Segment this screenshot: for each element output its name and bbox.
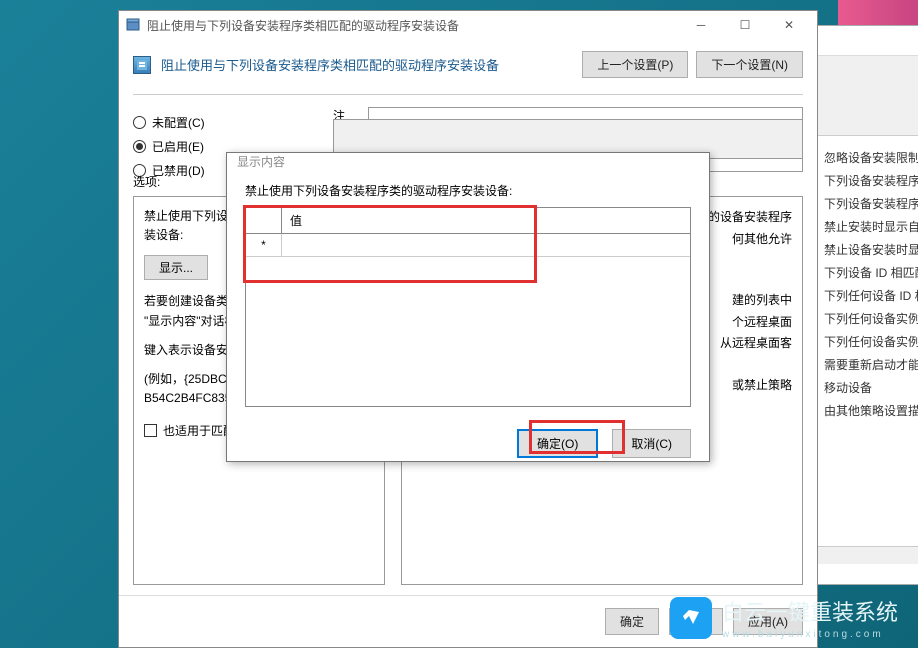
bg-list-item: 忽略设备安装限制 (816, 146, 918, 169)
grid-row[interactable]: * (246, 234, 690, 257)
bg-list-item: 下列任何设备实例 (816, 330, 918, 353)
next-setting-button[interactable]: 下一个设置(N) (696, 51, 803, 78)
divider (133, 94, 803, 95)
window-title: 阻止使用与下列设备安装程序类相匹配的驱动程序安装设备 (147, 17, 679, 34)
watermark: 白云一键重装系统 www.baiyunxitong.com (670, 595, 898, 640)
bg-list-item: 由其他策略设置描 (816, 399, 918, 422)
titlebar: 阻止使用与下列设备安装程序类相匹配的驱动程序安装设备 ─ ☐ ✕ (119, 11, 817, 39)
checkbox-icon (144, 424, 157, 437)
policy-title: 阻止使用与下列设备安装程序类相匹配的驱动程序安装设备 (161, 55, 572, 74)
watermark-text: 白云一键重装系统 (722, 595, 898, 627)
desktop-accent (838, 0, 918, 25)
bg-list-item: 下列任何设备实例 (816, 307, 918, 330)
bg-list-item: 下列设备安装程序 (816, 192, 918, 215)
bg-list-item: 下列设备 ID 相匹配 (816, 261, 918, 284)
show-button[interactable]: 显示... (144, 255, 208, 280)
close-button[interactable]: ✕ (767, 11, 811, 39)
bg-list-item: 下列设备安装程序 (816, 169, 918, 192)
modal-title: 显示内容 (237, 153, 285, 170)
bg-list-item: 禁止安装时显示自 (816, 215, 918, 238)
bg-list-item: 禁止设备安装时显 (816, 238, 918, 261)
window-icon (125, 17, 141, 33)
bg-list-item: 需要重新启动才能 (816, 353, 918, 376)
value-grid[interactable]: 值 * (245, 207, 691, 407)
watermark-url: www.baiyunxitong.com (722, 629, 898, 640)
minimize-button[interactable]: ─ (679, 11, 723, 39)
modal-label: 禁止使用下列设备安装程序类的驱动程序安装设备: (245, 182, 691, 199)
ok-button[interactable]: 确定 (605, 608, 659, 635)
bg-list-item: 下列任何设备 ID 相 (816, 284, 918, 307)
background-gpedit-window: 忽略设备安装限制 下列设备安装程序 下列设备安装程序 禁止安装时显示自 禁止设备… (815, 25, 918, 585)
grid-header: 值 (246, 208, 690, 234)
modal-footer: 确定(O) 取消(C) (227, 419, 709, 472)
modal-titlebar: 显示内容 (227, 153, 709, 170)
grid-header-blank (246, 208, 282, 233)
modal-ok-button[interactable]: 确定(O) (517, 429, 598, 458)
maximize-button[interactable]: ☐ (723, 11, 767, 39)
show-contents-dialog: 显示内容 禁止使用下列设备安装程序类的驱动程序安装设备: 值 * 确定(O) 取… (226, 152, 710, 462)
modal-cancel-button[interactable]: 取消(C) (612, 429, 691, 458)
grid-row-marker: * (246, 234, 282, 256)
policy-icon (133, 56, 151, 74)
grid-value-cell[interactable] (282, 234, 690, 256)
bg-list-item: 移动设备 (816, 376, 918, 399)
grid-header-value: 值 (282, 208, 310, 233)
prev-setting-button[interactable]: 上一个设置(P) (582, 51, 688, 78)
watermark-logo-icon (670, 597, 712, 639)
